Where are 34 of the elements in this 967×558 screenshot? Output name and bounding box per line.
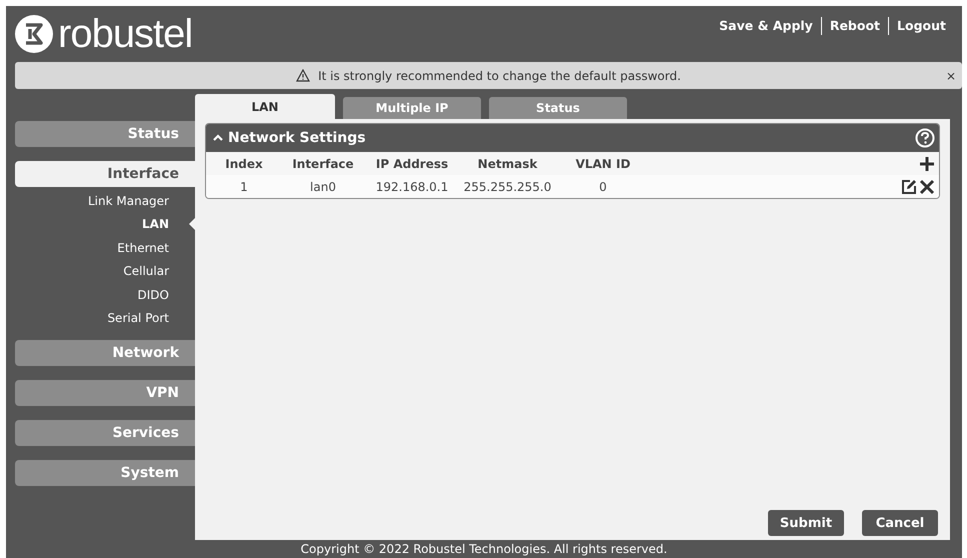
edit-icon[interactable] [901,178,917,194]
sidebar-submenu-item[interactable]: Link Manager [15,189,195,212]
header-link[interactable]: Reboot [820,17,888,35]
help-icon[interactable] [915,128,935,148]
table-cell: 1 [206,175,282,198]
sidebar-submenu-item[interactable]: DIDO [15,283,195,306]
action-button[interactable]: Submit [768,510,844,536]
close-button[interactable]: × [946,68,956,82]
tab[interactable]: LAN [195,94,335,119]
header-link[interactable]: Save & Apply [711,17,821,35]
delete-icon[interactable] [919,178,935,194]
copyright-text: Copyright © 2022 Robustel Technologies. All rights reserved. [300,541,668,558]
action-button[interactable]: Cancel [862,510,938,536]
sidebar-submenu-item[interactable]: Serial Port [15,306,195,330]
column-header: Index [206,152,282,175]
logo-icon [14,14,54,54]
warning-icon [296,69,310,82]
logo-text: robustel [58,14,192,54]
warning-message: It is strongly recommended to change the default password. [318,68,681,82]
sidebar-submenu-item[interactable]: Cellular [15,260,195,283]
table-cell: 255.255.255.0 [460,175,555,198]
sidebar-menu-item[interactable]: Interface [15,161,195,187]
add-icon[interactable] [919,156,935,172]
section-title: Network Settings [228,130,366,146]
table-cell: 192.168.0.1 [364,175,460,198]
sidebar-submenu-item[interactable]: Ethernet [15,236,195,260]
column-header: IP Address [364,152,460,175]
column-header: Netmask [460,152,555,175]
column-header: VLAN ID [555,152,651,175]
header-link[interactable]: Logout [888,17,954,35]
collapse-chevron-icon[interactable] [212,133,224,143]
column-header: Interface [282,152,364,175]
table-cell: 0 [555,175,651,198]
table-cell: lan0 [282,175,364,198]
